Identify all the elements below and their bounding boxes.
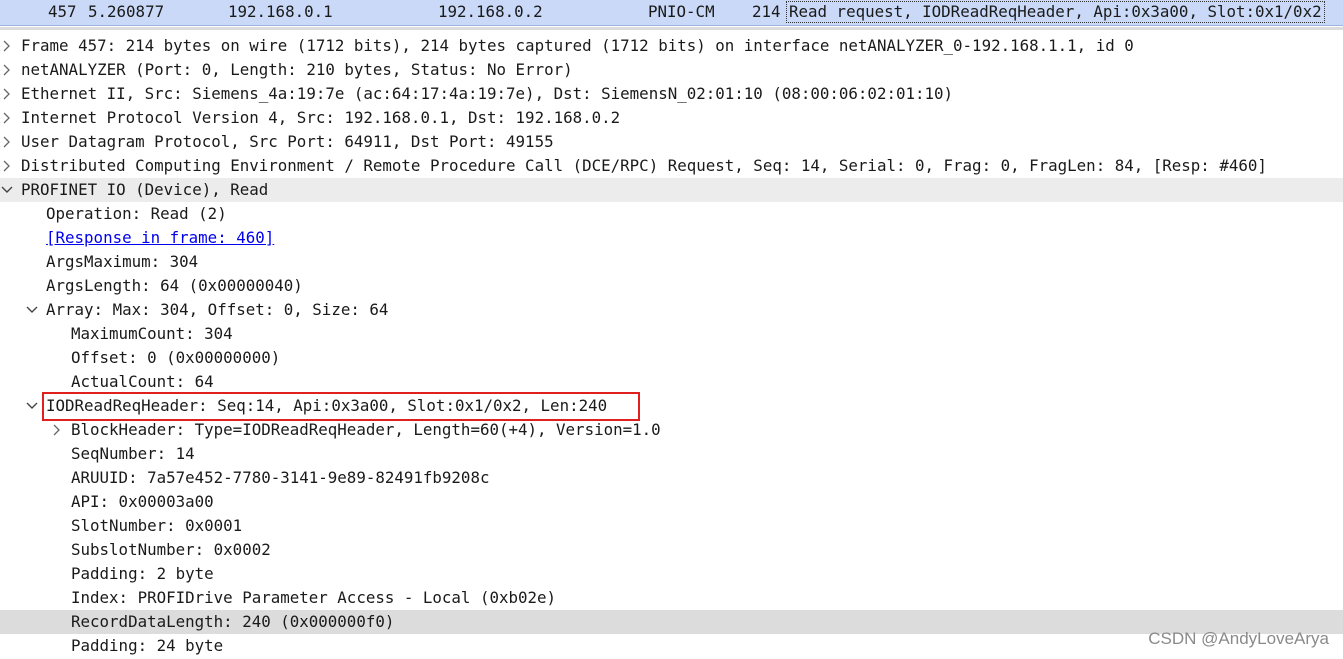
watermark: CSDN @AndyLoveArya	[1148, 629, 1329, 648]
tree-row-text: ActualCount: 64	[71, 372, 214, 391]
tree-row-api[interactable]: API: 0x00003a00	[0, 490, 1343, 514]
tree-row-text: ARUUID: 7a57e452-7780-3141-9e89-82491fb9…	[71, 468, 490, 487]
tree-row-text: BlockHeader: Type=IODReadReqHeader, Leng…	[71, 420, 661, 439]
tree-row-udp[interactable]: User Datagram Protocol, Src Port: 64911,…	[0, 130, 1343, 154]
tree-row-text: Internet Protocol Version 4, Src: 192.16…	[21, 108, 621, 127]
chevron-down-icon[interactable]	[24, 394, 40, 418]
tree-row-text: MaximumCount: 304	[71, 324, 233, 343]
chevron-right-icon[interactable]	[0, 58, 15, 82]
tree-row-args-maximum[interactable]: ArgsMaximum: 304	[0, 250, 1343, 274]
tree-row-seq-number[interactable]: SeqNumber: 14	[0, 442, 1343, 466]
tree-row-array[interactable]: Array: Max: 304, Offset: 0, Size: 64	[0, 298, 1343, 322]
tree-row-text: Index: PROFIDrive Parameter Access - Loc…	[71, 588, 557, 607]
tree-row-operation[interactable]: Operation: Read (2)	[0, 202, 1343, 226]
chevron-right-icon[interactable]	[0, 82, 15, 106]
tree-row-text: ArgsMaximum: 304	[46, 252, 199, 271]
tree-row-text: Array: Max: 304, Offset: 0, Size: 64	[46, 300, 389, 319]
tree-row-netanalyzer[interactable]: netANALYZER (Port: 0, Length: 210 bytes,…	[0, 58, 1343, 82]
packet-source: 192.168.0.1	[228, 2, 333, 21]
tree-row-profinet-io[interactable]: PROFINET IO (Device), Read	[0, 178, 1343, 202]
tree-row-slot-number[interactable]: SlotNumber: 0x0001	[0, 514, 1343, 538]
tree-row-text: API: 0x00003a00	[71, 492, 214, 511]
tree-row-text: Operation: Read (2)	[46, 204, 227, 223]
chevron-right-icon[interactable]	[0, 106, 15, 130]
tree-row-index[interactable]: Index: PROFIDrive Parameter Access - Loc…	[0, 586, 1343, 610]
tree-row-subslot-number[interactable]: SubslotNumber: 0x0002	[0, 538, 1343, 562]
tree-row-actual-count[interactable]: ActualCount: 64	[0, 370, 1343, 394]
packet-length: 214	[752, 2, 781, 21]
tree-row-padding-24[interactable]: Padding: 24 byte	[0, 634, 1343, 658]
tree-row-text: ArgsLength: 64 (0x00000040)	[46, 276, 303, 295]
tree-row-response-link[interactable]: [Response in frame: 460]	[0, 226, 1343, 250]
tree-row-aruuid[interactable]: ARUUID: 7a57e452-7780-3141-9e89-82491fb9…	[0, 466, 1343, 490]
chevron-right-icon[interactable]	[0, 130, 15, 154]
tree-row-text: SubslotNumber: 0x0002	[71, 540, 271, 559]
chevron-down-icon[interactable]	[24, 298, 40, 322]
tree-row-ethernet[interactable]: Ethernet II, Src: Siemens_4a:19:7e (ac:6…	[0, 82, 1343, 106]
tree-row-padding-2[interactable]: Padding: 2 byte	[0, 562, 1343, 586]
tree-row-text: Padding: 24 byte	[71, 636, 224, 655]
tree-row-offset[interactable]: Offset: 0 (0x00000000)	[0, 346, 1343, 370]
tree-row-text: SlotNumber: 0x0001	[71, 516, 243, 535]
packet-number: 457	[48, 2, 77, 21]
tree-row-text: Distributed Computing Environment / Remo…	[21, 156, 1267, 175]
tree-row-frame[interactable]: Frame 457: 214 bytes on wire (1712 bits)…	[0, 34, 1343, 58]
tree-row-text: SeqNumber: 14	[71, 444, 195, 463]
tree-row-record-data-length[interactable]: RecordDataLength: 240 (0x000000f0)	[0, 610, 1343, 634]
tree-row-args-length[interactable]: ArgsLength: 64 (0x00000040)	[0, 274, 1343, 298]
chevron-right-icon[interactable]	[0, 34, 15, 58]
tree-row-text: netANALYZER (Port: 0, Length: 210 bytes,…	[21, 60, 573, 79]
chevron-down-icon[interactable]	[0, 178, 15, 202]
tree-row-iod-read-req-header[interactable]: IODReadReqHeader: Seq:14, Api:0x3a00, Sl…	[0, 392, 1343, 421]
tree-row-text: Padding: 2 byte	[71, 564, 214, 583]
tree-row-text: Ethernet II, Src: Siemens_4a:19:7e (ac:6…	[21, 84, 954, 103]
tree-row-text: PROFINET IO (Device), Read	[21, 180, 269, 199]
packet-info: Read request, IODReadReqHeader, Api:0x3a…	[786, 1, 1325, 23]
chevron-right-icon[interactable]	[49, 418, 65, 442]
packet-protocol: PNIO-CM	[648, 2, 715, 21]
tree-row-block-header[interactable]: BlockHeader: Type=IODReadReqHeader, Leng…	[0, 418, 1343, 442]
tree-row-ipv4[interactable]: Internet Protocol Version 4, Src: 192.16…	[0, 106, 1343, 130]
packet-list-row[interactable]: 457 5.260877 192.168.0.1 192.168.0.2 PNI…	[0, 0, 1343, 26]
tree-row-text: Frame 457: 214 bytes on wire (1712 bits)…	[21, 36, 1134, 55]
packet-destination: 192.168.0.2	[438, 2, 543, 21]
tree-row-text: User Datagram Protocol, Src Port: 64911,…	[21, 132, 554, 151]
packet-time: 5.260877	[88, 2, 165, 21]
tree-row-text: RecordDataLength: 240 (0x000000f0)	[71, 612, 395, 631]
chevron-right-icon[interactable]	[0, 154, 15, 178]
tree-row-text: Offset: 0 (0x00000000)	[71, 348, 281, 367]
tree-row-maximum-count[interactable]: MaximumCount: 304	[0, 322, 1343, 346]
annotation-highlight-box	[42, 392, 640, 421]
pane-splitter[interactable]	[0, 27, 1343, 30]
response-frame-link[interactable]: [Response in frame: 460]	[46, 226, 274, 250]
tree-row-dcerpc[interactable]: Distributed Computing Environment / Remo…	[0, 154, 1343, 178]
